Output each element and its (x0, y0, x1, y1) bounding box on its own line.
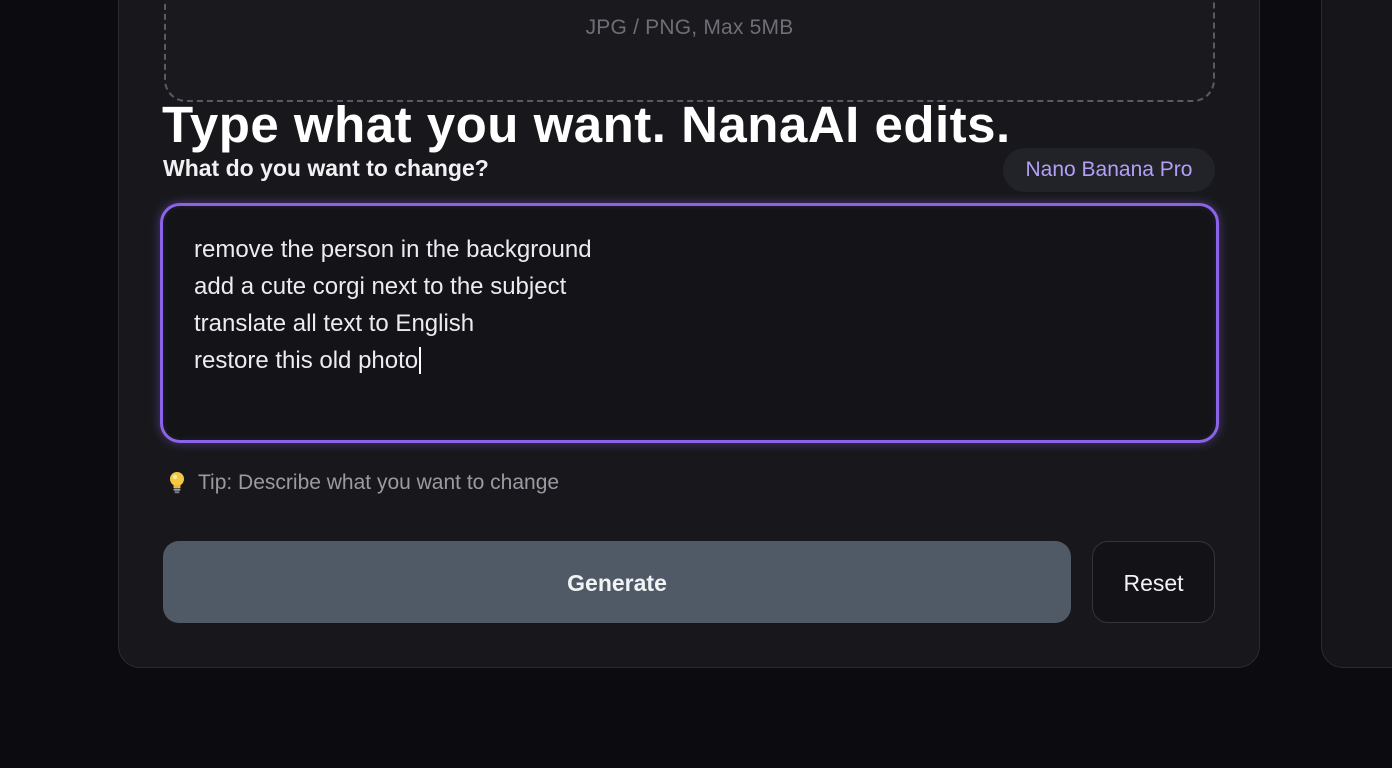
prompt-line-text: remove the person in the background (194, 236, 592, 263)
prompt-text: remove the person in the background add … (194, 231, 592, 379)
lightbulb-icon (166, 470, 188, 496)
headline: Type what you want. NanaAI edits. (162, 96, 1011, 153)
prompt-line: remove the person in the background (194, 231, 592, 268)
image-upload-dropzone[interactable]: JPG / PNG, Max 5MB (164, 0, 1215, 102)
tip: Tip: Describe what you want to change (166, 470, 559, 496)
generate-button[interactable]: Generate (163, 541, 1071, 623)
prompt-line-text: translate all text to English (194, 310, 475, 337)
prompt-line-text: restore this old photo (194, 347, 419, 374)
prompt-line: translate all text to English (194, 305, 592, 342)
upload-format-hint: JPG / PNG, Max 5MB (585, 16, 794, 39)
tip-text: Tip: Describe what you want to change (198, 471, 560, 494)
prompt-line: restore this old photo (194, 342, 592, 379)
prompt-line: add a cute corgi next to the subject (194, 268, 592, 305)
page: JPG / PNG, Max 5MB Type what you want. N… (0, 0, 1392, 768)
prompt-line-text: add a cute corgi next to the subject (194, 273, 567, 300)
prompt-label: What do you want to change? (163, 155, 489, 181)
reset-button[interactable]: Reset (1092, 541, 1215, 623)
text-caret (419, 347, 422, 374)
prompt-textarea[interactable]: remove the person in the background add … (160, 203, 1219, 443)
model-badge[interactable]: Nano Banana Pro (1003, 148, 1215, 192)
side-panel-card (1321, 0, 1392, 668)
